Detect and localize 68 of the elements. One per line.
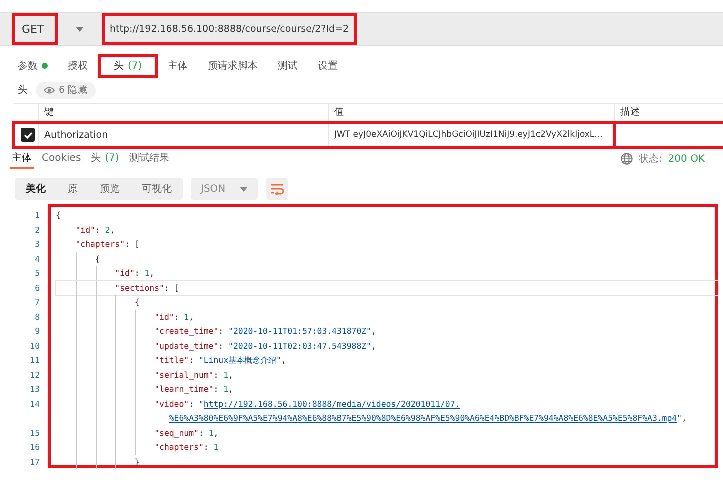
eye-icon — [44, 86, 55, 94]
line-number: 5 — [34, 267, 41, 280]
tab[interactable]: 参数 — [8, 54, 58, 78]
code-line: { — [56, 252, 718, 266]
wrap-lines-icon — [270, 183, 284, 195]
line-number: 11 — [29, 354, 41, 367]
view-mode-button[interactable]: 可视化 — [131, 178, 183, 200]
line-number: 13 — [29, 383, 41, 396]
status-label: 状态: — [638, 152, 662, 166]
check-icon — [24, 132, 32, 138]
tab[interactable]: 测试 — [268, 54, 308, 78]
response-tab[interactable]: Cookies — [40, 149, 84, 169]
code-line: "seq_num": 1, — [56, 426, 718, 440]
response-tab[interactable]: 头 (7) — [89, 149, 122, 169]
line-number: 17 — [29, 456, 41, 468]
code-line: "video": "http://192.168.56.100:8888/media/videos/20201011/07. — [56, 396, 718, 411]
line-number: 14 — [29, 398, 41, 410]
view-mode-button[interactable]: 美化 — [15, 178, 57, 200]
line-number: 16 — [29, 441, 41, 454]
line-number: 6 — [34, 282, 41, 294]
line-number: 15 — [29, 426, 41, 440]
code-line: "id": 2, — [74, 224, 116, 236]
tab[interactable]: 主体 — [158, 54, 198, 78]
header-key-cell[interactable]: Authorization — [38, 122, 328, 148]
view-mode-button[interactable]: 原 — [57, 178, 89, 200]
line-number: 10 — [29, 340, 41, 352]
checkbox[interactable] — [21, 128, 35, 142]
wrap-lines-button[interactable] — [266, 178, 288, 200]
caret-icon[interactable] — [76, 26, 84, 32]
code-line: { — [56, 209, 62, 222]
line-number: 1 — [34, 209, 41, 222]
line-number: 3 — [34, 238, 41, 251]
code-line: "id": 1, — [56, 310, 718, 324]
code-line: "id": 1, — [56, 266, 718, 280]
column-header: 键 — [38, 104, 328, 122]
line-number: 4 — [34, 252, 41, 266]
line-number: 8 — [34, 310, 41, 324]
line-number: 12 — [29, 368, 41, 382]
status-code: 200 OK — [668, 154, 705, 164]
code-line: "learn_time": 1, — [56, 382, 718, 396]
header-value-cell[interactable]: JWT eyJ0eXAiOiJKV1QiLCJhbGciOiJIUzI1NiJ9.eyJ1c2VyX2lkIjoxL… — [328, 122, 614, 148]
tab[interactable]: 授权 — [58, 54, 98, 78]
globe-icon — [620, 153, 633, 165]
code-line: %E6%A3%80%E6%9F%A5%E7%94%A8%E6%88%B7%E5%90%8D%E6%98%AF%E5%90%A6%E4%BD%BF%E7%94%A8%E6%8E%A5%E5%8F%A3.mp4", — [56, 411, 718, 426]
code-line: "serial_num": 1, — [56, 368, 718, 382]
method-dropdown[interactable]: GET — [12, 13, 58, 45]
hidden-headers-toggle[interactable]: 6 隐藏 — [36, 82, 96, 98]
tab[interactable]: 预请求脚本 — [198, 54, 268, 78]
code-line: { — [56, 295, 718, 310]
line-number: 9 — [34, 325, 41, 338]
code-line: "chapters": 1 — [56, 440, 718, 454]
tab[interactable]: 头 (7) — [98, 54, 158, 78]
caret-icon — [240, 186, 248, 192]
url-field[interactable]: http://192.168.56.100:8888/course/course/2?Id=2 — [102, 13, 358, 45]
tab[interactable]: 设置 — [308, 54, 348, 78]
column-header: 值 — [328, 104, 614, 122]
view-mode-button[interactable]: 预览 — [89, 178, 131, 200]
line-number: 7 — [34, 296, 41, 309]
code-line: "sections": [ — [56, 280, 718, 295]
code-line: "chapters": [ — [74, 238, 141, 251]
code-line: "update_time": "2020-10-11T02:03:47.543988Z", — [56, 338, 718, 353]
line-number: 2 — [34, 224, 41, 236]
response-tab[interactable]: 测试结果 — [127, 149, 172, 169]
code-line: } — [56, 454, 718, 469]
code-line: "create_time": "2020-10-11T01:57:03.431870Z", — [56, 324, 718, 338]
headers-label: 头 — [18, 84, 28, 97]
code-line: "title": "Linux基本概念介绍", — [56, 353, 718, 368]
response-tab[interactable]: 主体 — [10, 149, 34, 169]
